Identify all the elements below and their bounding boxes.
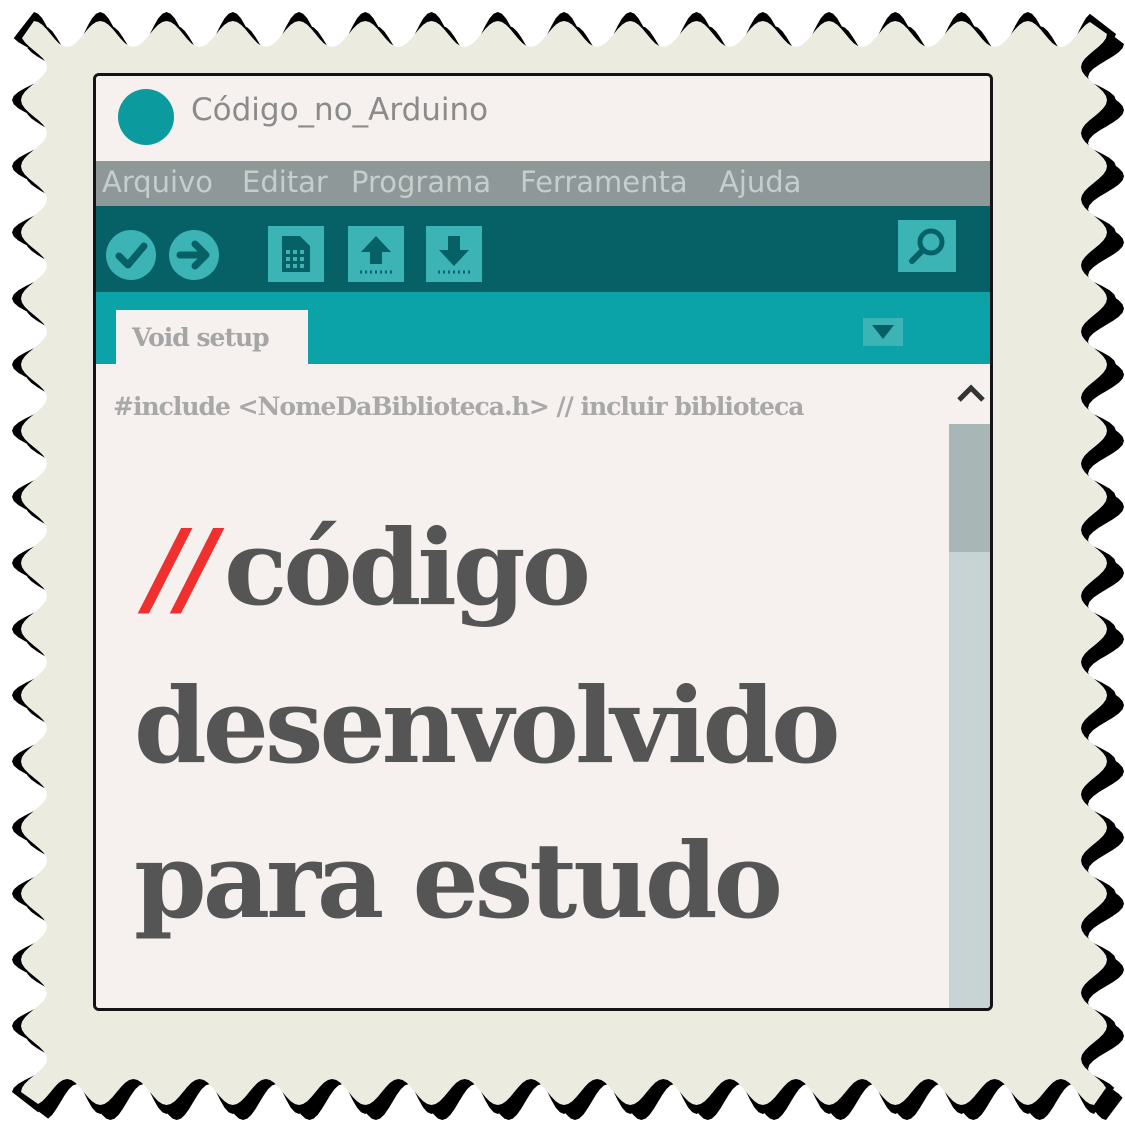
tab-bar: Void setup: [96, 292, 990, 364]
tab-label: Void setup: [132, 323, 270, 352]
arduino-logo-icon: [118, 89, 174, 145]
line1-text: código: [223, 506, 591, 629]
comment-slashes: //: [146, 506, 216, 629]
scroll-thumb[interactable]: [949, 424, 990, 552]
vertical-scrollbar[interactable]: [949, 364, 990, 1008]
title-bar: Código_no_Arduino: [96, 76, 990, 161]
code-editor[interactable]: #include <NomeDaBiblioteca.h> // incluir…: [96, 364, 949, 1008]
open-button[interactable]: [348, 226, 404, 282]
menu-editar[interactable]: Editar: [242, 165, 328, 199]
new-sketch-button[interactable]: [268, 226, 324, 282]
code-line-3: para estudo: [134, 819, 783, 942]
arduino-ide-window: Código_no_Arduino Arquivo Editar Program…: [93, 73, 993, 1011]
new-file-icon: [282, 236, 310, 272]
scroll-up-button[interactable]: [949, 364, 990, 424]
chevron-up-icon: [957, 384, 985, 402]
upload-arrow-icon: [176, 240, 210, 270]
menu-ajuda[interactable]: Ajuda: [719, 165, 801, 199]
upload-button[interactable]: [169, 230, 219, 280]
magnifier-icon: [909, 228, 945, 264]
menu-arquivo[interactable]: Arquivo: [102, 165, 213, 199]
menu-programa[interactable]: Programa: [351, 165, 491, 199]
save-down-arrow-icon: [438, 236, 470, 274]
toolbar: [96, 206, 990, 292]
open-up-arrow-icon: [360, 236, 392, 274]
verify-icon: [115, 242, 148, 269]
include-line: #include <NomeDaBiblioteca.h> // incluir…: [113, 392, 804, 421]
serial-monitor-button[interactable]: [898, 220, 956, 272]
tab-void-setup[interactable]: Void setup: [116, 310, 308, 364]
verify-button[interactable]: [106, 230, 156, 280]
menu-ferramenta[interactable]: Ferramenta: [520, 165, 688, 199]
menu-bar: Arquivo Editar Programa Ferramenta Ajuda: [96, 161, 990, 206]
window-title: Código_no_Arduino: [191, 92, 489, 128]
code-line-2: desenvolvido: [134, 664, 841, 787]
save-button[interactable]: [426, 226, 482, 282]
chevron-down-icon: [872, 325, 894, 339]
code-line-1: //código: [146, 506, 591, 629]
tab-menu-button[interactable]: [863, 318, 903, 346]
